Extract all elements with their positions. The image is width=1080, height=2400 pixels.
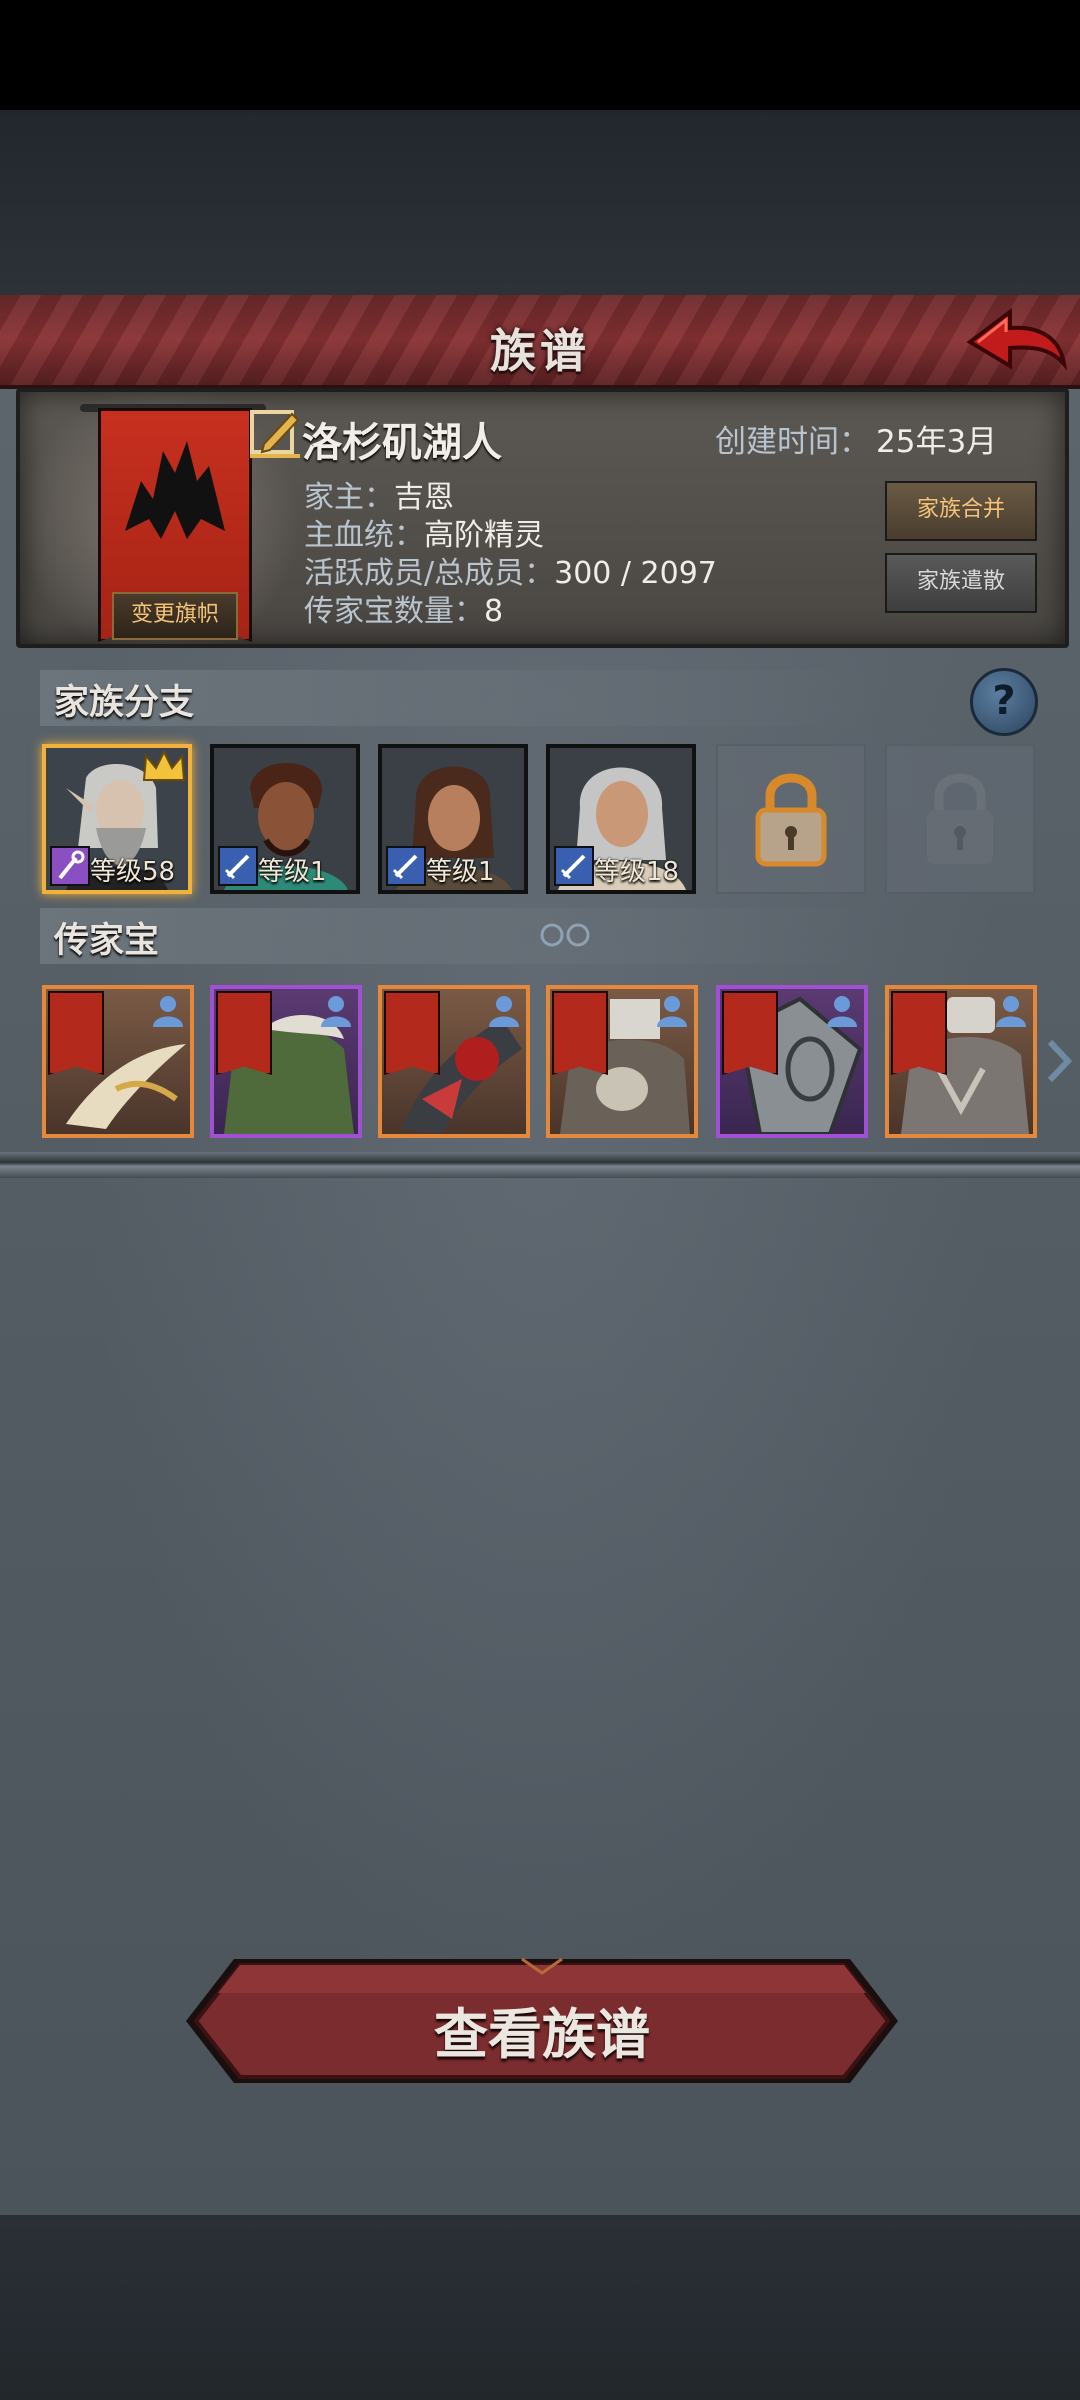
help-button[interactable]: ? <box>970 668 1038 736</box>
title-bar: 族谱 <box>0 295 1080 389</box>
view-family-tree-button[interactable] <box>182 1953 902 2089</box>
leader-crown-icon <box>142 750 186 781</box>
staff-icon <box>50 846 90 886</box>
person-icon <box>321 996 351 1027</box>
chevron-right-icon[interactable] <box>1044 1036 1074 1086</box>
branch-slot-unlockable[interactable] <box>716 744 866 894</box>
heirloom-item-2[interactable] <box>210 985 362 1138</box>
member-level: 等级1 <box>258 857 327 887</box>
section-divider <box>0 1152 1080 1178</box>
member-level: 等级18 <box>594 857 680 887</box>
branch-slot-locked[interactable] <box>885 744 1035 894</box>
member-level: 等级58 <box>90 857 176 887</box>
heirloom-item-4[interactable] <box>546 985 698 1138</box>
heirloom-family-flag <box>722 991 778 1075</box>
branch-member-4[interactable]: 等级18 <box>546 744 696 894</box>
heirloom-family-flag <box>384 991 440 1075</box>
heirloom-count-label: 传家宝数量： <box>304 594 484 629</box>
page-title: 族谱 <box>490 324 590 378</box>
heirloom-family-flag <box>48 991 104 1075</box>
family-name: 洛杉矶湖人 <box>302 420 502 466</box>
heirloom-count-value: 8 <box>484 594 504 629</box>
heirlooms-header-bar <box>40 908 880 964</box>
heirloom-item-3[interactable] <box>378 985 530 1138</box>
edit-name-icon[interactable] <box>248 404 304 460</box>
padlock-icon <box>755 773 827 867</box>
top-backdrop <box>0 110 1080 295</box>
members-value: 300 / 2097 <box>554 556 717 591</box>
heirloom-item-5[interactable] <box>716 985 868 1138</box>
heirlooms-title: 传家宝 <box>54 921 160 961</box>
created-time-value: 25年3月 <box>876 424 998 460</box>
person-icon <box>827 996 857 1027</box>
person-icon <box>657 996 687 1027</box>
heirloom-family-flag <box>891 991 947 1075</box>
castle-emblem-icon <box>125 441 225 539</box>
padlock-icon <box>927 773 993 864</box>
bottom-backdrop <box>0 2215 1080 2400</box>
sword-icon <box>554 846 594 886</box>
family-merge-button[interactable]: 家族合并 <box>885 481 1037 541</box>
pager-dots-icon <box>540 923 590 947</box>
branch-member-1[interactable]: 等级58 <box>42 744 192 894</box>
person-icon <box>153 996 183 1027</box>
branches-title: 家族分支 <box>54 683 195 723</box>
family-tree-screen: 族谱 变更旗帜 洛杉矶湖人 创建时间： 25年3月 家主：吉恩 主血统：高阶精灵… <box>0 0 1080 2400</box>
sword-icon <box>218 846 258 886</box>
heirloom-item-6[interactable] <box>885 985 1037 1138</box>
heirloom-count-row: 传家宝数量：8 <box>304 586 503 630</box>
person-icon <box>489 996 519 1027</box>
back-arrow-icon[interactable] <box>960 302 1070 382</box>
family-disband-button[interactable]: 家族遣散 <box>885 553 1037 613</box>
change-flag-button[interactable]: 变更旗帜 <box>112 592 238 640</box>
branch-member-3[interactable]: 等级1 <box>378 744 528 894</box>
sword-icon <box>386 846 426 886</box>
heirloom-item-1[interactable] <box>42 985 194 1138</box>
person-icon <box>996 996 1026 1027</box>
status-bar <box>0 0 1080 110</box>
created-time-label: 创建时间： <box>715 424 870 460</box>
branch-member-2[interactable]: 等级1 <box>210 744 360 894</box>
heirloom-family-flag <box>552 991 608 1075</box>
member-level: 等级1 <box>426 857 495 887</box>
heirloom-family-flag <box>216 991 272 1075</box>
